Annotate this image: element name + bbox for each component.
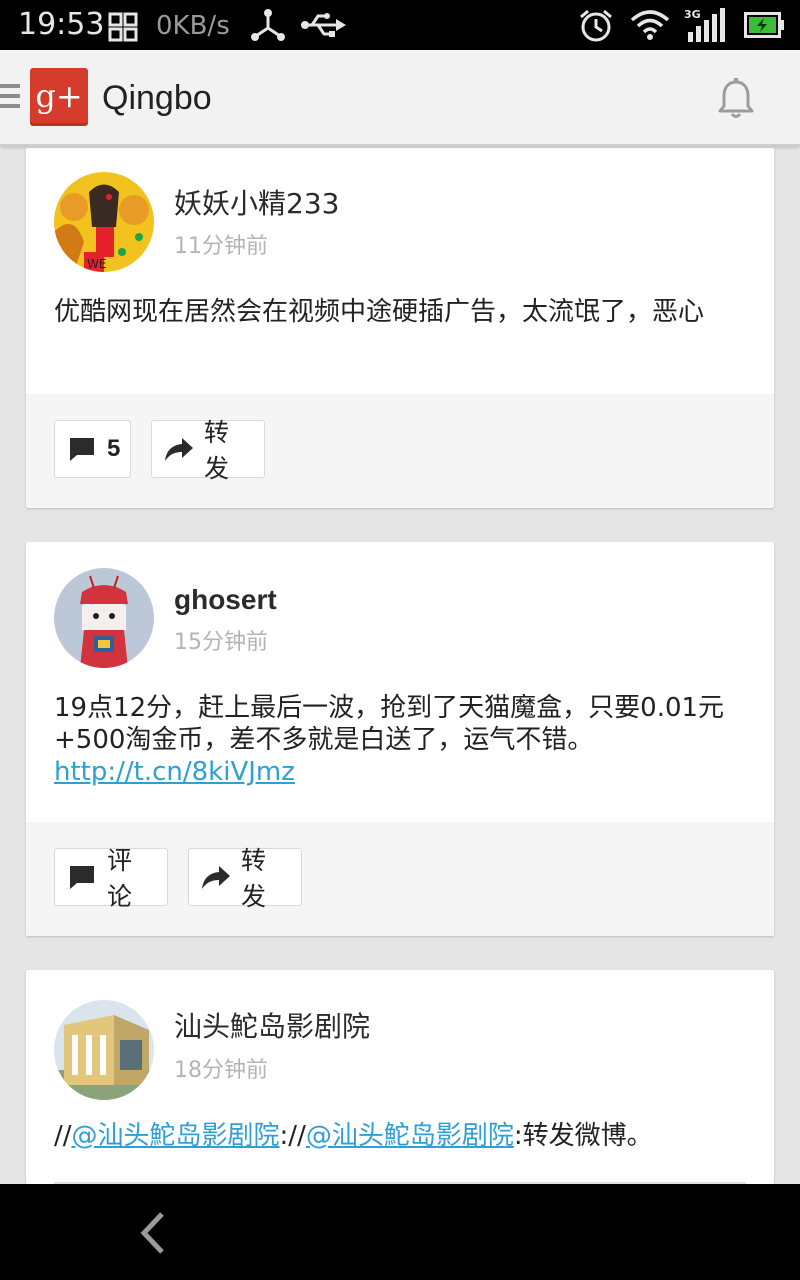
post-author[interactable]: 妖妖小精233: [174, 185, 339, 223]
comment-count: 5: [107, 435, 121, 462]
mention-link[interactable]: @汕头鮀岛影剧院: [306, 1121, 514, 1151]
post-time: 11分钟前: [174, 234, 268, 259]
comment-icon: [70, 438, 94, 461]
app-title: Qingbo: [102, 79, 212, 117]
comment-button[interactable]: 评论: [54, 846, 168, 911]
post-author[interactable]: ghosert: [174, 581, 277, 619]
repost-label: 转发: [204, 418, 230, 483]
avatar[interactable]: [54, 568, 154, 668]
wifi-icon: [630, 10, 670, 40]
alarm-icon: [580, 9, 612, 42]
action-bar: g+ Qingbo: [0, 50, 800, 146]
mention-link[interactable]: @汕头鮀岛影剧院: [72, 1121, 280, 1151]
avatar[interactable]: [54, 1000, 154, 1100]
post-text: //: [54, 1121, 72, 1151]
post-text: 19点12分，赶上最后一波，抢到了天猫魔盒，只要0.01元+500淘金币，差不多…: [54, 693, 725, 755]
post-text: :转发微博。: [513, 1121, 653, 1151]
gplus-logo[interactable]: g+: [30, 68, 88, 126]
navigation-bar: [0, 1184, 800, 1280]
share-arrow-icon: [202, 866, 230, 889]
svg-text:WE: WE: [87, 257, 106, 271]
back-icon[interactable]: [136, 1210, 170, 1256]
repost-button[interactable]: 转发: [188, 846, 302, 911]
repost-button[interactable]: 转发: [151, 418, 265, 483]
post-content: 优酷网现在居然会在视频中途硬插广告，太流氓了，恶心: [54, 297, 705, 327]
post-actions: 评论 转发: [26, 822, 774, 936]
post-actions: 5 转发: [26, 394, 774, 508]
comment-label: 评论: [107, 846, 133, 911]
grid-icon: [108, 12, 138, 42]
repost-label: 转发: [241, 846, 267, 911]
clock: 19:53: [18, 7, 105, 42]
post-time: 18分钟前: [174, 1058, 268, 1083]
post-content: //@汕头鮀岛影剧院://@汕头鮀岛影剧院:转发微博。: [54, 1120, 746, 1152]
menu-icon[interactable]: [0, 84, 20, 114]
post-link[interactable]: http://t.cn/8kiVJmz: [54, 757, 295, 787]
comment-icon: [70, 866, 94, 889]
post-time: 15分钟前: [174, 630, 268, 655]
avatar[interactable]: WE: [54, 172, 154, 272]
status-bar: 19:53 0KB/s 3G: [0, 0, 800, 50]
post-card: WE 妖妖小精233 11分钟前 优酷网现在居然会在视频中途硬插广告，太流氓了，…: [26, 148, 774, 508]
signal-icon: 3G: [684, 8, 726, 42]
post-content: 19点12分，赶上最后一波，抢到了天猫魔盒，只要0.01元+500淘金币，差不多…: [54, 692, 746, 788]
comment-button[interactable]: 5: [54, 420, 131, 478]
share-arrow-icon: [165, 438, 193, 461]
net-speed: 0KB/s: [156, 11, 230, 41]
battery-icon: [744, 12, 784, 38]
usb-icon: [301, 13, 346, 37]
post-author[interactable]: 汕头鮀岛影剧院: [174, 1008, 370, 1046]
post-card: 汕头鮀岛影剧院 18分钟前 //@汕头鮀岛影剧院://@汕头鮀岛影剧院:转发微博…: [26, 970, 774, 1184]
bell-icon[interactable]: [716, 78, 756, 120]
post-card: ghosert 15分钟前 19点12分，赶上最后一波，抢到了天猫魔盒，只要0.…: [26, 542, 774, 936]
share-icon: [251, 9, 285, 41]
post-text: ://: [279, 1121, 306, 1151]
